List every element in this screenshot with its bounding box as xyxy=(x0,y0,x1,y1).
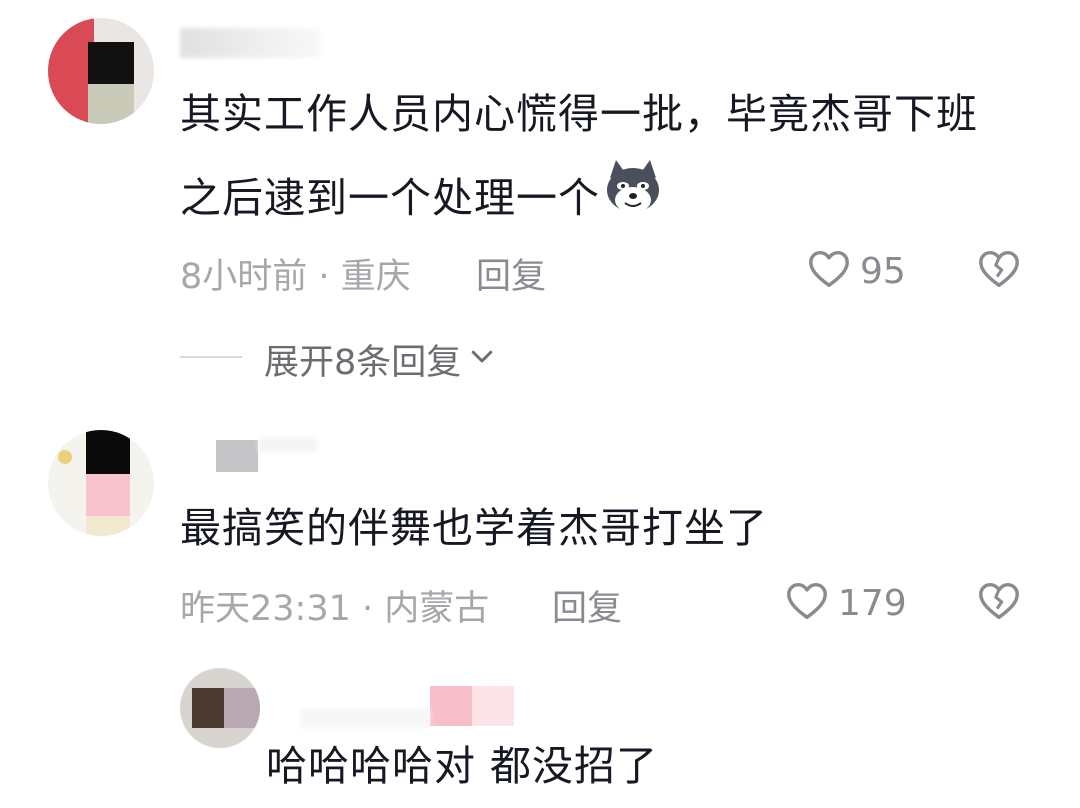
divider xyxy=(180,356,242,358)
meta-separator: · xyxy=(318,257,341,297)
comment-meta: 8小时前 · 重庆 xyxy=(180,248,411,299)
reply-button[interactable]: 回复 xyxy=(476,248,546,299)
avatar-mosaic xyxy=(224,688,260,728)
reply-text: 哈哈哈哈对 都没招了 xyxy=(266,742,659,790)
avatar-mosaic xyxy=(88,42,134,84)
avatar-mosaic xyxy=(86,430,130,474)
avatar[interactable] xyxy=(180,668,260,748)
comment-text: 其实工作人员内心慌得一批，毕竟杰哥下班之后逮到一个处理一个 xyxy=(180,72,1010,244)
comment-text: 最搞笑的伴舞也学着杰哥打坐了 xyxy=(180,504,768,552)
chevron-down-icon xyxy=(467,340,497,380)
avatar[interactable] xyxy=(48,18,154,124)
username-redacted xyxy=(472,686,514,726)
avatar-mosaic xyxy=(192,688,224,728)
avatar-mosaic xyxy=(86,516,130,536)
wolf-smirk-emoji-icon xyxy=(604,158,662,244)
comment-location: 内蒙古 xyxy=(384,589,490,629)
username-redacted[interactable] xyxy=(180,28,320,58)
comment-meta: 昨天23:31 · 内蒙古 xyxy=(180,580,489,631)
like-button[interactable]: 95 xyxy=(806,246,906,296)
expand-replies-label: 展开8条回复 xyxy=(264,343,462,383)
comment-location: 重庆 xyxy=(340,257,411,297)
comment-time: 8小时前 xyxy=(180,257,308,297)
heart-icon xyxy=(784,578,830,628)
dislike-button[interactable] xyxy=(976,578,1022,628)
meta-separator: · xyxy=(362,589,385,629)
like-count: 95 xyxy=(860,250,906,292)
dislike-button[interactable] xyxy=(976,246,1022,296)
heart-icon xyxy=(806,246,852,296)
avatar[interactable] xyxy=(48,430,154,536)
comment-time: 昨天23:31 xyxy=(180,589,351,629)
username-redacted[interactable] xyxy=(216,440,258,472)
like-button[interactable]: 179 xyxy=(784,578,907,628)
reply-button[interactable]: 回复 xyxy=(552,580,622,631)
username-redacted[interactable] xyxy=(430,686,472,726)
broken-heart-icon xyxy=(976,582,1022,628)
expand-replies-button[interactable]: 展开8条回复 xyxy=(264,334,497,385)
avatar-mosaic xyxy=(88,84,134,124)
like-count: 179 xyxy=(838,582,907,624)
broken-heart-icon xyxy=(976,250,1022,296)
comment-body: 其实工作人员内心慌得一批，毕竟杰哥下班之后逮到一个处理一个 xyxy=(180,90,978,222)
avatar-mosaic xyxy=(58,450,72,464)
avatar-mosaic xyxy=(86,474,130,516)
username-redacted xyxy=(258,438,318,452)
